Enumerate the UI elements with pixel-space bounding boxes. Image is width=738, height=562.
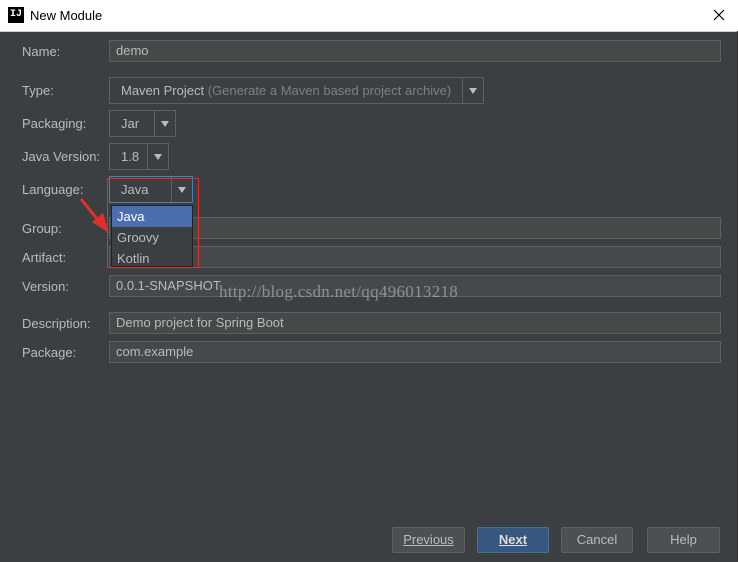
packaging-value: Jar [121,116,140,131]
version-label: Version: [22,279,69,294]
type-select[interactable]: Maven Project (Generate a Maven based pr… [109,77,484,104]
type-value: Maven Project [121,83,205,98]
package-field[interactable]: com.example [109,341,721,363]
chevron-down-icon[interactable] [462,78,483,103]
title-bar: IJ New Module [0,0,738,32]
previous-button[interactable]: Previous [392,527,465,553]
annotation-highlight-box [107,178,199,268]
cancel-button[interactable]: Cancel [561,527,633,553]
close-icon[interactable] [710,6,728,24]
window-title: New Module [30,8,103,23]
intellij-logo-icon: IJ [8,7,24,23]
packaging-select[interactable]: Jar [109,110,176,137]
group-field[interactable] [109,217,721,239]
language-label: Language: [22,182,84,197]
java-version-value: 1.8 [121,149,140,164]
help-button[interactable]: Help [647,527,720,553]
type-hint: (Generate a Maven based project archive) [207,83,452,98]
group-label: Group: [22,221,62,236]
type-label: Type: [22,83,54,98]
java-version-label: Java Version: [22,149,101,164]
next-button[interactable]: Next [477,527,549,553]
artifact-label: Artifact: [22,250,67,265]
next-button-label: Next [498,532,528,547]
name-label: Name: [22,44,61,59]
java-version-select[interactable]: 1.8 [109,143,169,170]
chevron-down-icon[interactable] [154,111,175,136]
annotation-arrow-icon [79,198,109,233]
watermark-text: http://blog.csdn.net/qq496013218 [219,282,459,301]
description-field[interactable]: Demo project for Spring Boot [109,312,721,334]
package-label: Package: [22,345,77,360]
chevron-down-icon[interactable] [147,144,168,169]
previous-button-label: Previous [403,532,454,547]
packaging-label: Packaging: [22,116,87,131]
description-label: Description: [22,316,91,331]
artifact-field[interactable] [109,246,721,268]
name-field[interactable]: demo [109,40,721,62]
